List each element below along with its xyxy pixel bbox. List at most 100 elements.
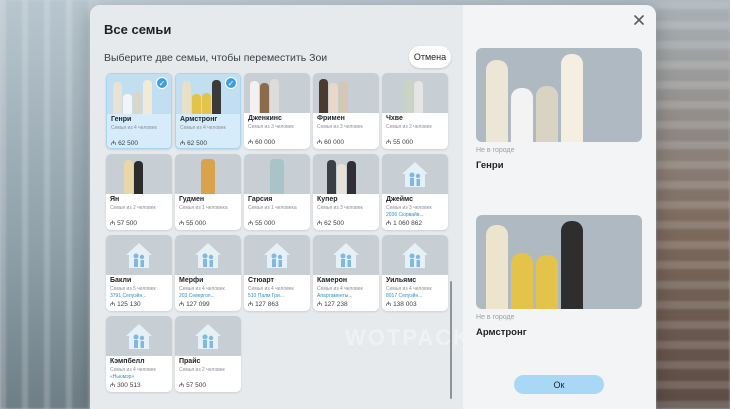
family-card-williams[interactable]: Уильямс Семья из 4 человек 8017 Селуэйн.…: [382, 235, 448, 311]
house-icon: [195, 324, 221, 349]
family-card-choi[interactable]: Чхве Семья из 2 человек ₼ 55 000: [382, 73, 448, 149]
family-funds: ₼ 125 130: [110, 301, 141, 308]
empty-house-portrait: [106, 235, 172, 275]
family-name: Армстронг: [180, 116, 218, 123]
empty-house-portrait: [382, 154, 448, 194]
family-card-yang[interactable]: Ян Семья из 2 человек ₼ 57 500: [106, 154, 172, 230]
family-card-goodman[interactable]: Гудмен Семья из 1 человека ₼ 55 000: [175, 154, 241, 230]
house-icon: [126, 324, 152, 349]
family-card-stewart[interactable]: Стюарт Семья из 4 человек 510 Палм Гри..…: [244, 235, 310, 311]
family-funds: ₼ 60 000: [248, 139, 275, 146]
cancel-button[interactable]: Отмена: [409, 46, 451, 68]
family-portrait: [175, 154, 241, 194]
close-icon[interactable]: [632, 13, 646, 27]
family-name: Камерон: [317, 277, 348, 284]
family-card-buckley[interactable]: Бакли Семья из 5 человек 3791 Селуэйн...…: [106, 235, 172, 311]
family-name: Прайс: [179, 358, 201, 365]
empty-house-portrait: [244, 235, 310, 275]
house-icon: [264, 243, 290, 268]
checkmark-icon: ✓: [225, 77, 237, 89]
family-name: Стюарт: [248, 277, 274, 284]
family-card-cameron[interactable]: Камерон Семья из 4 человек Апартаменты..…: [313, 235, 379, 311]
family-name: Джеймс: [386, 196, 414, 203]
family-size: Семья из 1 человека: [248, 205, 297, 211]
family-funds: ₼ 1 060 862: [386, 220, 422, 227]
empty-house-portrait: [382, 235, 448, 275]
house-icon: [126, 243, 152, 268]
family-size: Семья из 4 человек: [179, 286, 225, 292]
family-funds: ₼ 127 238: [317, 301, 348, 308]
family-funds: ₼ 57 500: [110, 220, 137, 227]
family-portrait: [313, 154, 379, 194]
family-portrait: [313, 73, 379, 113]
empty-house-portrait: [106, 316, 172, 356]
checkmark-icon: ✓: [156, 77, 168, 89]
family-card-murphy[interactable]: Мерфи Семья из 4 человек 203 Севергол...…: [175, 235, 241, 311]
family-name: Мерфи: [179, 277, 204, 284]
family-portrait: [106, 154, 172, 194]
selected-family-name: Генри: [476, 160, 504, 171]
family-size: Семья из 4 человек: [110, 367, 156, 373]
family-name: Чхве: [386, 115, 403, 122]
family-size: Семья из 3 человек: [317, 205, 363, 211]
family-funds: ₼ 55 000: [179, 220, 206, 227]
family-name: Генри: [111, 116, 132, 123]
house-icon: [195, 243, 221, 268]
family-card-freeman[interactable]: Фримен Семья из 3 человек ₼ 60 000: [313, 73, 379, 149]
family-name: Ян: [110, 196, 120, 203]
family-funds: ₼ 62 500: [317, 220, 344, 227]
family-size: Семья из 2 человек: [179, 367, 225, 373]
family-funds: ₼ 127 863: [248, 301, 279, 308]
selection-pane: Не в городе Генри Не в городе Армстронг …: [463, 5, 656, 409]
family-card-garcia[interactable]: Гарсия Семья из 1 человека ₼ 55 000: [244, 154, 310, 230]
family-funds: ₼ 55 000: [386, 139, 413, 146]
empty-house-portrait: [175, 235, 241, 275]
background-left: [0, 0, 90, 409]
family-funds: ₼ 57 500: [179, 382, 206, 389]
family-location: Не в городе: [476, 314, 515, 321]
family-funds: ₼ 55 000: [248, 220, 275, 227]
family-size: Семья из 3 человек: [386, 205, 432, 211]
dialog-title: Все семьи: [104, 22, 172, 37]
family-size: Семья из 3 человек: [317, 124, 363, 130]
family-portrait: [244, 154, 310, 194]
house-icon: [333, 243, 359, 268]
family-size: Семья из 5 человек: [110, 286, 156, 292]
family-funds: ₼ 62 500: [111, 140, 138, 147]
family-card-jenkins[interactable]: Дженкинс Семья из 3 человек ₼ 60 000: [244, 73, 310, 149]
family-name: Гарсия: [248, 196, 273, 203]
selected-family-preview-2: [476, 215, 642, 309]
family-card-henry[interactable]: ✓ Генри Семья из 4 человек ₼ 62 500: [106, 73, 172, 149]
family-portrait: [382, 73, 448, 113]
family-size: Семья из 4 человек: [317, 286, 363, 292]
family-size: Семья из 4 человек: [180, 125, 226, 131]
family-name: Кэмпбелл: [110, 358, 145, 365]
family-size: Семья из 3 человек: [248, 124, 294, 130]
empty-house-portrait: [175, 316, 241, 356]
family-size: Семья из 2 человек: [110, 205, 156, 211]
family-name: Фримен: [317, 115, 345, 122]
family-size: Семья из 4 человек: [248, 286, 294, 292]
family-name: Бакли: [110, 277, 132, 284]
house-icon: [402, 162, 428, 187]
family-funds: ₼ 62 500: [180, 140, 207, 147]
family-card-cooper[interactable]: Купер Семья из 3 человек ₼ 62 500: [313, 154, 379, 230]
family-size: Семья из 2 человек: [386, 124, 432, 130]
family-portrait: [244, 73, 310, 113]
house-icon: [402, 243, 428, 268]
ok-button[interactable]: Ок: [514, 375, 604, 394]
family-funds: ₼ 138 003: [386, 301, 417, 308]
family-card-campbell[interactable]: Кэмпбелл Семья из 4 человек «Ньюмэр» ₼ 3…: [106, 316, 172, 392]
family-list-pane: Все семьи Выберите две семьи, чтобы пере…: [90, 5, 513, 409]
family-card-price[interactable]: Прайс Семья из 2 человек ₼ 57 500: [175, 316, 241, 392]
family-name: Купер: [317, 196, 338, 203]
family-name: Гудмен: [179, 196, 205, 203]
family-name: Дженкинс: [248, 115, 282, 122]
family-size: Семья из 4 человек: [386, 286, 432, 292]
family-card-armstrong[interactable]: ✓ Армстронг Семья из 4 человек ₼ 62 500: [175, 73, 241, 149]
family-size: Семья из 1 человека: [179, 205, 228, 211]
family-card-james[interactable]: Джеймс Семья из 3 человек 2036 Сюрвайв..…: [382, 154, 448, 230]
family-funds: ₼ 60 000: [317, 139, 344, 146]
dialog-subtitle: Выберите две семьи, чтобы переместить Зо…: [104, 52, 328, 64]
family-funds: ₼ 127 099: [179, 301, 210, 308]
